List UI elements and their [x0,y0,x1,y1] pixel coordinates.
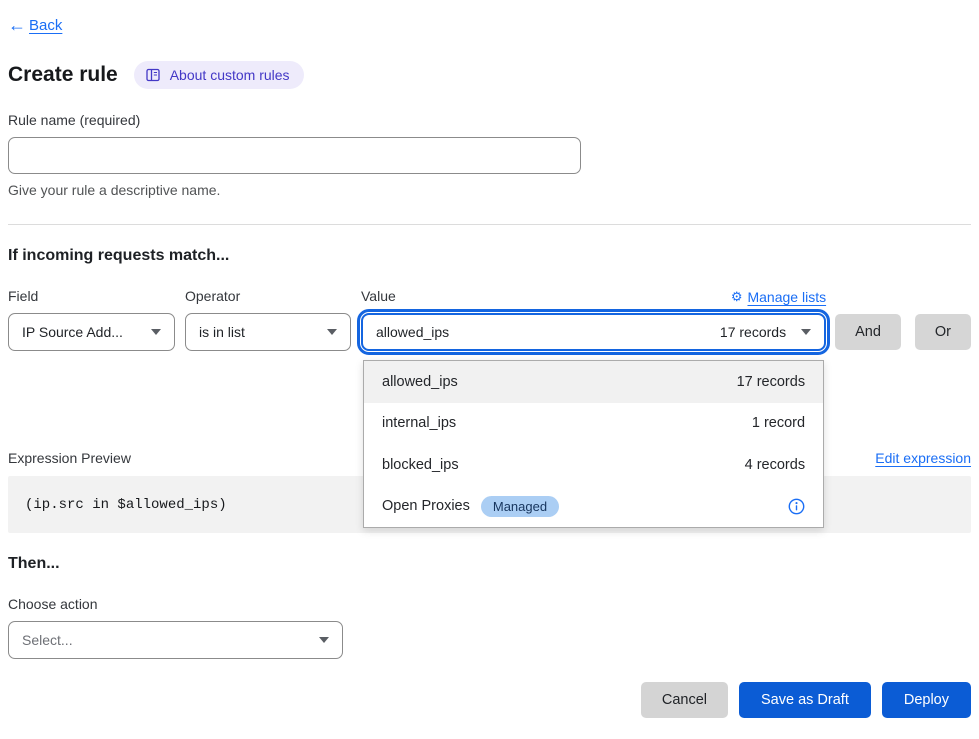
value-label: Value [361,289,396,304]
back-nav: ← Back [8,16,971,34]
list-option-name: internal_ips [382,415,456,431]
field-select[interactable]: IP Source Add... [8,313,175,351]
field-select-value: IP Source Add... [22,324,123,340]
and-button[interactable]: And [835,314,901,350]
manage-lists-label[interactable]: Manage lists [747,289,826,305]
edit-expression-link[interactable]: Edit expression [875,450,971,466]
operator-label: Operator [185,289,351,304]
rule-name-label: Rule name (required) [8,113,971,128]
list-option-open-proxies[interactable]: Open Proxies Managed [364,486,823,528]
list-option-left: Open Proxies Managed [382,496,559,517]
back-arrow-icon: ← [8,16,26,34]
choose-action-label: Choose action [8,597,971,612]
action-select[interactable]: Select... [8,621,343,659]
value-select-right: 17 records [720,324,811,340]
footer-actions: Cancel Save as Draft Deploy [8,682,971,718]
list-option-name: blocked_ips [382,457,459,473]
then-heading: Then... [8,555,971,573]
list-option-name: Open Proxies [382,498,470,514]
list-option-blocked-ips[interactable]: blocked_ips 4 records [364,444,823,486]
condition-row: Field IP Source Add... Operator is in li… [8,289,971,351]
about-custom-rules-link[interactable]: About custom rules [134,61,304,89]
back-link[interactable]: Back [29,17,62,34]
expression-preview-label: Expression Preview [8,450,131,466]
section-divider [8,224,971,225]
list-option-allowed-ips[interactable]: allowed_ips 17 records [364,361,823,403]
list-option-records: 17 records [737,374,806,390]
expression-code: (ip.src in $allowed_ips) [25,497,227,513]
field-column: Field IP Source Add... [8,289,175,351]
list-dropdown-menu: allowed_ips 17 records internal_ips 1 re… [363,360,824,528]
match-heading: If incoming requests match... [8,247,971,265]
list-option-name: allowed_ips [382,374,458,390]
chevron-down-icon [151,329,161,335]
rule-name-group: Rule name (required) Give your rule a de… [8,113,971,198]
page-title: Create rule [8,63,118,87]
rule-name-input[interactable] [8,137,581,174]
operator-column: Operator is in list [185,289,351,351]
operator-select[interactable]: is in list [185,313,351,351]
save-as-draft-button[interactable]: Save as Draft [739,682,871,718]
rule-name-helper: Give your rule a descriptive name. [8,182,971,198]
value-select-wrap: allowed_ips 17 records allowed_ips 17 re… [361,313,826,351]
about-custom-rules-label: About custom rules [170,67,290,83]
chevron-down-icon [327,329,337,335]
value-column: Value ⚙ Manage lists allowed_ips 17 reco… [361,289,826,351]
chevron-down-icon [319,637,329,643]
deploy-button[interactable]: Deploy [882,682,971,718]
cancel-button[interactable]: Cancel [641,682,728,718]
value-select-records: 17 records [720,324,786,340]
list-option-records: 1 record [752,415,805,431]
value-select[interactable]: allowed_ips 17 records [361,313,826,351]
field-label: Field [8,289,175,304]
or-button[interactable]: Or [915,314,971,350]
info-icon[interactable] [788,498,805,515]
list-option-records: 4 records [745,457,805,473]
title-row: Create rule About custom rules [8,61,971,89]
value-select-value: allowed_ips [376,324,449,340]
list-option-internal-ips[interactable]: internal_ips 1 record [364,403,823,445]
and-or-buttons: And Or [835,289,971,350]
book-icon [145,67,161,83]
managed-badge: Managed [481,496,559,517]
gear-icon: ⚙ [731,290,743,303]
chevron-down-icon [801,329,811,335]
manage-lists-link[interactable]: ⚙ Manage lists [731,289,826,305]
value-label-row: Value ⚙ Manage lists [361,289,826,304]
operator-select-value: is in list [199,324,245,340]
action-select-placeholder: Select... [22,632,73,648]
